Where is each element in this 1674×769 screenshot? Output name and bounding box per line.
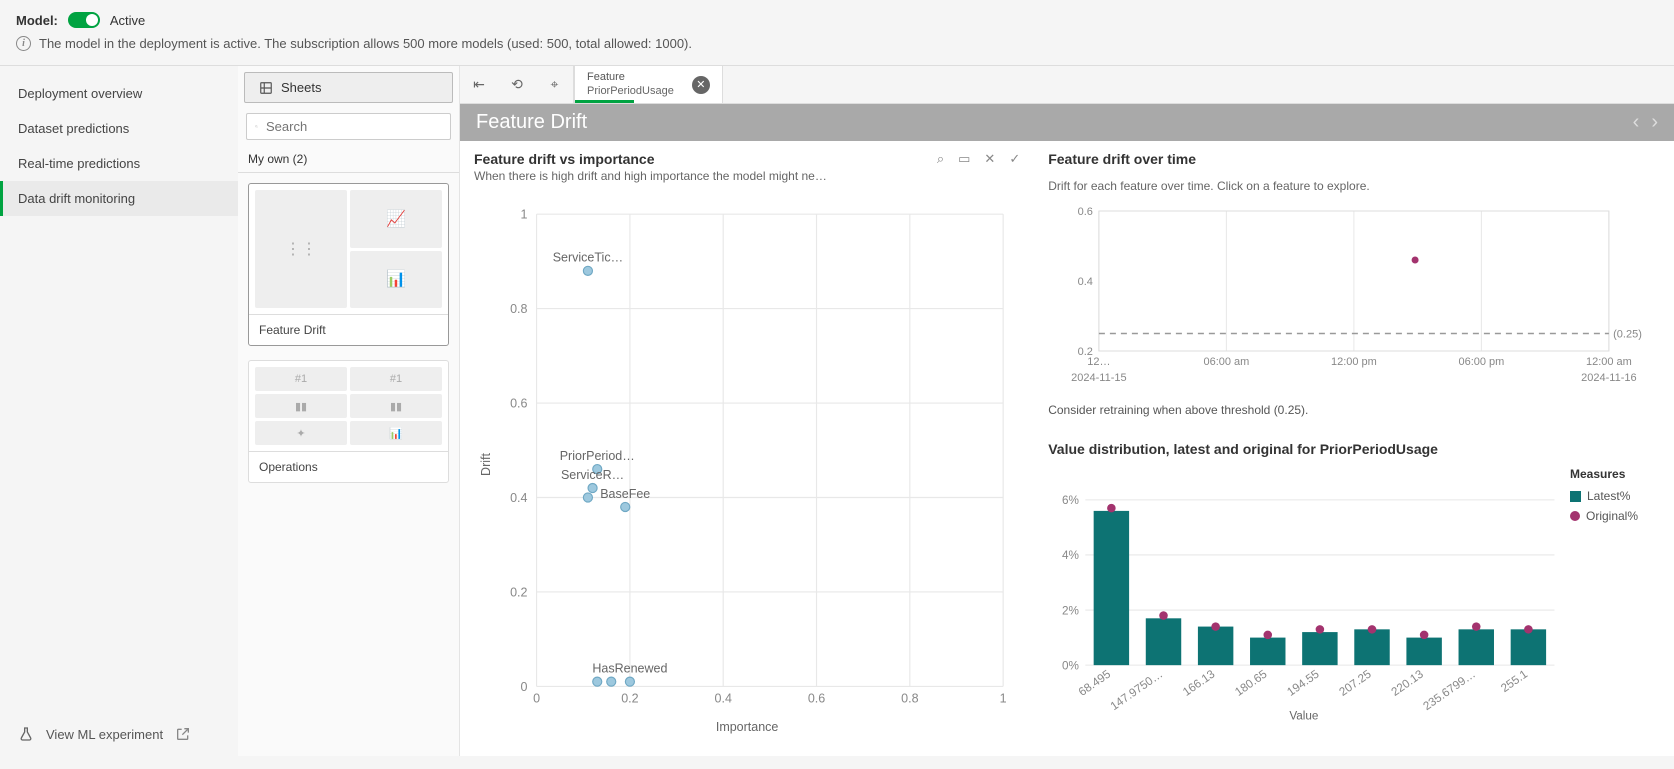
- bar-title: Value distribution, latest and original …: [1048, 441, 1660, 457]
- svg-text:0%: 0%: [1062, 659, 1079, 672]
- feature-filter-tab[interactable]: Feature PriorPeriodUsage ✕: [574, 66, 723, 103]
- svg-text:06:00 pm: 06:00 pm: [1459, 356, 1505, 368]
- feature-tab-label: Feature: [587, 71, 674, 84]
- svg-text:PriorPeriod…: PriorPeriod…: [560, 449, 635, 463]
- svg-text:0.8: 0.8: [901, 691, 918, 705]
- legend: Measures Latest% Original%: [1570, 467, 1660, 746]
- close-icon[interactable]: ✕: [692, 76, 710, 94]
- legend-item-latest: Latest%: [1570, 489, 1660, 503]
- threshold-note: Consider retraining when above threshold…: [1048, 403, 1660, 417]
- nav-item-real-time-predictions[interactable]: Real-time predictions: [0, 146, 238, 181]
- smart-search-icon[interactable]: ⌖: [536, 66, 574, 103]
- svg-text:2024-11-15: 2024-11-15: [1071, 372, 1126, 384]
- timeline-chart[interactable]: 0.20.40.612…2024-11-1506:00 am12:00 pm06…: [1048, 203, 1660, 393]
- svg-text:Importance: Importance: [716, 720, 779, 734]
- confirm-icon[interactable]: ✓: [1009, 151, 1020, 167]
- svg-text:147.9750…: 147.9750…: [1108, 668, 1165, 713]
- svg-text:166.13: 166.13: [1181, 668, 1218, 699]
- model-label: Model:: [16, 13, 58, 28]
- cancel-icon[interactable]: ✕: [984, 151, 995, 167]
- svg-text:0.4: 0.4: [1078, 276, 1093, 288]
- svg-text:0.2: 0.2: [510, 586, 527, 600]
- content-toolbar: ⇤ ⟲ ⌖ Feature PriorPeriodUsage ✕: [460, 66, 1674, 104]
- svg-text:6%: 6%: [1062, 494, 1079, 507]
- scatter-panel: Feature drift vs importance ⌕ ▭ ✕ ✓ When…: [460, 141, 1034, 756]
- prev-sheet-icon[interactable]: ‹: [1633, 111, 1640, 134]
- svg-text:06:00 am: 06:00 am: [1204, 356, 1250, 368]
- svg-text:1: 1: [1000, 691, 1007, 705]
- info-icon: i: [16, 36, 31, 51]
- scatter-subtitle: When there is high drift and high import…: [474, 169, 1020, 183]
- nav-item-dataset-predictions[interactable]: Dataset predictions: [0, 111, 238, 146]
- sheet-card-operations[interactable]: #1#1▮▮▮▮✦📊Operations: [248, 360, 449, 483]
- svg-text:12:00 am: 12:00 am: [1586, 356, 1632, 368]
- svg-text:0.6: 0.6: [510, 397, 527, 411]
- sheets-button[interactable]: Sheets: [244, 72, 453, 103]
- view-ml-experiment-link[interactable]: View ML experiment: [0, 712, 238, 756]
- svg-text:0.2: 0.2: [621, 691, 638, 705]
- svg-text:0.4: 0.4: [715, 691, 732, 705]
- svg-text:0.6: 0.6: [808, 691, 825, 705]
- lasso-icon[interactable]: ⌕: [937, 151, 944, 167]
- sheets-icon: [259, 81, 273, 95]
- scatter-title: Feature drift vs importance: [474, 151, 655, 167]
- feature-tab-value: PriorPeriodUsage: [587, 85, 674, 98]
- search-icon: [255, 120, 258, 133]
- nav-item-data-drift-monitoring[interactable]: Data drift monitoring: [0, 181, 238, 216]
- svg-text:0.4: 0.4: [510, 491, 527, 505]
- active-toggle[interactable]: [68, 12, 100, 28]
- svg-text:235.6799…: 235.6799…: [1421, 668, 1478, 713]
- svg-text:0: 0: [533, 691, 540, 705]
- clear-selection-icon[interactable]: ⟲: [498, 66, 536, 103]
- svg-text:12:00 pm: 12:00 pm: [1331, 356, 1377, 368]
- svg-text:220.13: 220.13: [1389, 668, 1426, 699]
- sheet-card-feature-drift[interactable]: ⋮⋮📈📊Feature Drift: [248, 183, 449, 346]
- svg-text:0.6: 0.6: [1078, 206, 1093, 218]
- search-input[interactable]: [266, 119, 442, 134]
- svg-text:Value: Value: [1290, 710, 1319, 723]
- external-link-icon: [175, 726, 191, 742]
- search-box[interactable]: [246, 113, 451, 140]
- svg-text:1: 1: [521, 208, 528, 222]
- svg-text:180.65: 180.65: [1233, 667, 1270, 698]
- svg-text:255.1: 255.1: [1499, 668, 1530, 695]
- scatter-chart[interactable]: 00 0.2 0.2 0.4 0.4 0.6 0.6 0.8 0.8 1 1 ServiceTic… P…: [474, 183, 1020, 746]
- info-text: The model in the deployment is active. T…: [39, 36, 692, 51]
- flask-icon: [18, 726, 34, 742]
- svg-text:0: 0: [521, 680, 528, 694]
- title-bar: Feature Drift ‹ ›: [460, 104, 1674, 141]
- svg-text:12…: 12…: [1087, 356, 1110, 368]
- left-nav: Deployment overviewDataset predictionsRe…: [0, 66, 238, 756]
- svg-text:4%: 4%: [1062, 549, 1079, 562]
- model-status: Active: [110, 13, 145, 28]
- sheets-panel: Sheets My own (2) ⋮⋮📈📊Feature Drift #1#1▮…: [238, 66, 460, 756]
- svg-text:207.25: 207.25: [1337, 667, 1374, 698]
- svg-text:ServiceTic…: ServiceTic…: [553, 251, 623, 265]
- bar-chart[interactable]: 0% 2% 4% 6% 68.495147.9750… 166.13 180.65 194.5…: [1048, 467, 1560, 746]
- svg-text:0.8: 0.8: [510, 302, 527, 316]
- legend-title: Measures: [1570, 467, 1660, 481]
- svg-text:68.495: 68.495: [1077, 667, 1114, 698]
- svg-text:194.55: 194.55: [1285, 667, 1322, 698]
- nav-item-deployment-overview[interactable]: Deployment overview: [0, 76, 238, 111]
- next-sheet-icon[interactable]: ›: [1651, 111, 1658, 134]
- svg-text:HasRenewed: HasRenewed: [592, 662, 667, 676]
- timeline-subtitle: Drift for each feature over time. Click …: [1048, 179, 1660, 193]
- legend-item-original: Original%: [1570, 509, 1660, 523]
- timeline-title: Feature drift over time: [1048, 151, 1660, 167]
- select-icon[interactable]: ▭: [958, 151, 970, 167]
- sheets-button-label: Sheets: [281, 80, 321, 95]
- svg-text:2024-11-16: 2024-11-16: [1581, 372, 1636, 384]
- svg-text:BaseFee: BaseFee: [600, 487, 650, 501]
- sheets-tab[interactable]: My own (2): [238, 144, 459, 173]
- view-ml-experiment-label: View ML experiment: [46, 727, 163, 742]
- step-back-icon[interactable]: ⇤: [460, 66, 498, 103]
- svg-text:ServiceR…: ServiceR…: [561, 468, 624, 482]
- svg-text:Drift: Drift: [479, 453, 493, 476]
- page-title: Feature Drift: [476, 111, 587, 134]
- svg-text:2%: 2%: [1062, 604, 1079, 617]
- svg-text:(0.25): (0.25): [1613, 329, 1642, 341]
